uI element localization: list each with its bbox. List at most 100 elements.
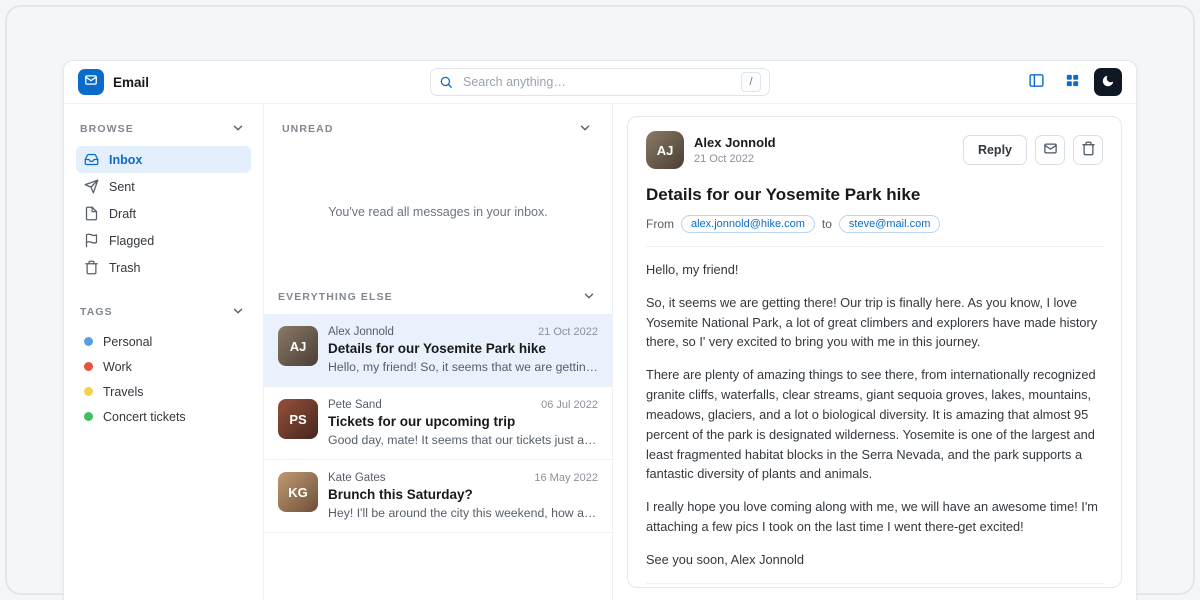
sidebar-item-draft[interactable]: Draft <box>76 200 251 227</box>
search-icon <box>439 75 453 89</box>
envelope-icon <box>84 73 98 92</box>
unread-collapse-button[interactable] <box>576 120 594 138</box>
detail-actions: Reply <box>963 135 1103 165</box>
mail-list: AJ Alex Jonnold 21 Oct 2022 Details for … <box>264 314 612 600</box>
from-to-row: From alex.jonnold@hike.com to steve@mail… <box>646 215 1103 233</box>
trash-icon <box>1081 141 1096 159</box>
apps-grid-icon <box>1064 72 1081 92</box>
sidebar-item-label: Flagged <box>109 234 154 248</box>
sidebar: BROWSE Inbox Sent <box>64 104 264 600</box>
sidebar-item-label: Sent <box>109 180 135 194</box>
mail-snippet: Hey! I'll be around the city this weeken… <box>328 506 598 520</box>
tag-color-dot <box>84 362 93 371</box>
mail-snippet: Hello, my friend! So, it seems that we a… <box>328 360 598 374</box>
avatar: PS <box>278 399 318 439</box>
sidebar-item-flagged[interactable]: Flagged <box>76 227 251 254</box>
apps-grid-button[interactable] <box>1058 68 1086 96</box>
envelope-icon <box>1043 141 1058 159</box>
chevron-down-icon <box>231 304 245 321</box>
mail-item-content: Pete Sand 06 Jul 2022 Tickets for our up… <box>328 399 598 447</box>
mail-detail-card: AJ Alex Jonnold 21 Oct 2022 Reply <box>627 116 1122 588</box>
unread-section-label: UNREAD <box>282 123 334 135</box>
tags-section: TAGS Personal Work T <box>76 299 251 429</box>
everything-else-section-header: EVERYTHING ELSE <box>264 278 612 314</box>
search-input[interactable] <box>461 74 733 90</box>
tag-item-work[interactable]: Work <box>76 354 251 379</box>
tags-collapse-button[interactable] <box>229 303 247 321</box>
tag-item-travels[interactable]: Travels <box>76 379 251 404</box>
sidebar-item-sent[interactable]: Sent <box>76 173 251 200</box>
reply-button[interactable]: Reply <box>963 135 1027 165</box>
email-app-window: Email / <box>63 60 1137 600</box>
search-bar[interactable]: / <box>430 68 770 96</box>
tag-label: Travels <box>103 385 144 399</box>
tags-section-header: TAGS <box>76 299 251 329</box>
sidebar-item-trash[interactable]: Trash <box>76 254 251 281</box>
unread-section: UNREAD You've read all messages in your … <box>264 104 612 278</box>
mail-item-content: Alex Jonnold 21 Oct 2022 Details for our… <box>328 326 598 374</box>
mark-unread-button[interactable] <box>1035 135 1065 165</box>
from-email-chip[interactable]: alex.jonnold@hike.com <box>681 215 815 233</box>
avatar: AJ <box>646 131 684 169</box>
tag-item-personal[interactable]: Personal <box>76 329 251 354</box>
unread-section-header: UNREAD <box>278 116 598 146</box>
to-label: to <box>822 217 832 231</box>
browse-section-header: BROWSE <box>76 116 251 146</box>
tag-color-dot <box>84 387 93 396</box>
sidebar-item-label: Trash <box>109 261 141 275</box>
mail-sender: Pete Sand <box>328 399 382 411</box>
panel-layout-button[interactable] <box>1022 68 1050 96</box>
mail-body-paragraph: See you soon, Alex Jonnold <box>646 550 1103 570</box>
unread-empty-message: You've read all messages in your inbox. <box>278 146 598 278</box>
mail-subject: Details for our Yosemite Park hike <box>328 341 598 356</box>
tag-label: Concert tickets <box>103 410 186 424</box>
divider <box>646 583 1103 584</box>
mail-list-item[interactable]: KG Kate Gates 16 May 2022 Brunch this Sa… <box>264 460 612 533</box>
avatar: KG <box>278 472 318 512</box>
detail-sender-name: Alex Jonnold <box>694 135 776 150</box>
mail-snippet: Good day, mate! It seems that our ticket… <box>328 433 598 447</box>
sidebar-item-inbox[interactable]: Inbox <box>76 146 251 173</box>
mail-subject-title: Details for our Yosemite Park hike <box>646 185 1103 205</box>
to-email-chip[interactable]: steve@mail.com <box>839 215 940 233</box>
header-actions <box>1022 68 1122 96</box>
browse-section-label: BROWSE <box>80 123 134 135</box>
tag-color-dot <box>84 337 93 346</box>
tags-section-label: TAGS <box>80 306 113 318</box>
everything-else-collapse-button[interactable] <box>580 288 598 306</box>
browse-collapse-button[interactable] <box>229 120 247 138</box>
tag-color-dot <box>84 412 93 421</box>
sender-block: Alex Jonnold 21 Oct 2022 <box>694 135 776 165</box>
dark-mode-toggle[interactable] <box>1094 68 1122 96</box>
mail-list-item[interactable]: PS Pete Sand 06 Jul 2022 Tickets for our… <box>264 387 612 460</box>
mail-date: 06 Jul 2022 <box>541 399 598 411</box>
mail-body-paragraph: Hello, my friend! <box>646 260 1103 280</box>
mail-subject: Tickets for our upcoming trip <box>328 414 598 429</box>
from-label: From <box>646 217 674 231</box>
panel-layout-icon <box>1028 72 1045 92</box>
mail-sender: Alex Jonnold <box>328 326 394 338</box>
mail-list-item[interactable]: AJ Alex Jonnold 21 Oct 2022 Details for … <box>264 314 612 387</box>
detail-date: 21 Oct 2022 <box>694 153 776 165</box>
divider <box>646 246 1103 247</box>
tag-label: Work <box>103 360 132 374</box>
chevron-down-icon <box>578 121 592 138</box>
app-title: Email <box>113 75 149 90</box>
mail-date: 16 May 2022 <box>534 472 598 484</box>
sidebar-item-label: Inbox <box>109 153 142 167</box>
chevron-down-icon <box>231 121 245 138</box>
send-icon <box>84 179 99 194</box>
mail-body-paragraph: So, it seems we are getting there! Our t… <box>646 293 1103 352</box>
file-icon <box>84 206 99 221</box>
mail-sender: Kate Gates <box>328 472 386 484</box>
everything-else-label: EVERYTHING ELSE <box>278 291 393 303</box>
mail-list-column: UNREAD You've read all messages in your … <box>264 104 613 600</box>
delete-button[interactable] <box>1073 135 1103 165</box>
mail-body-paragraph: There are plenty of amazing things to se… <box>646 365 1103 484</box>
app-logo <box>78 69 104 95</box>
avatar: AJ <box>278 326 318 366</box>
tag-item-concert-tickets[interactable]: Concert tickets <box>76 404 251 429</box>
chevron-down-icon <box>582 289 596 306</box>
app-body: BROWSE Inbox Sent <box>64 104 1136 600</box>
moon-icon <box>1101 74 1115 91</box>
